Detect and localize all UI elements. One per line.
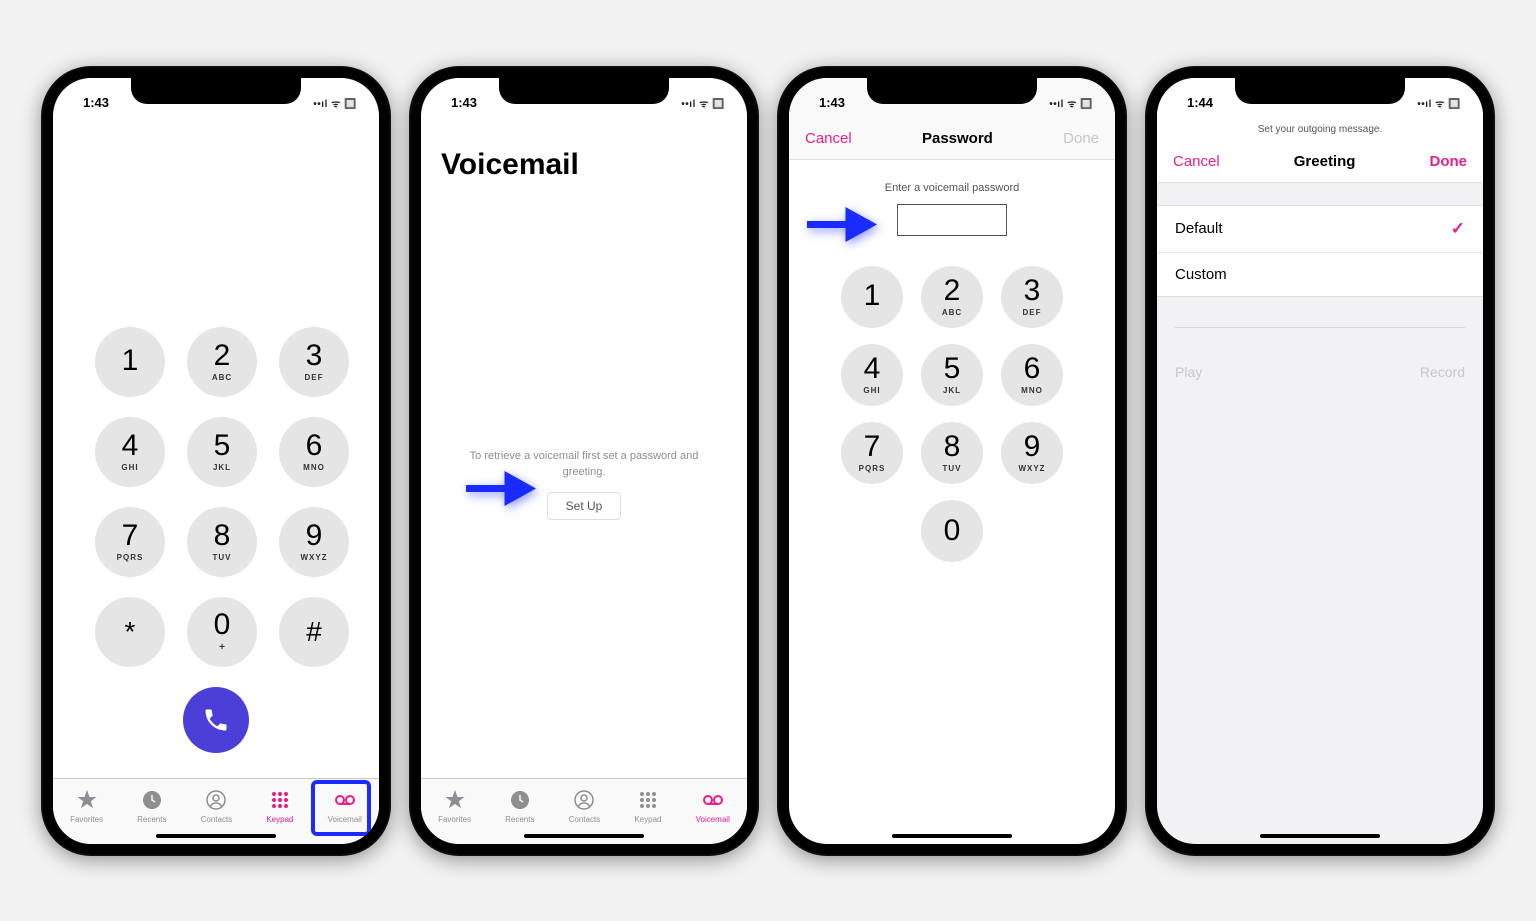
phone-4-greeting: 1:44 ••ıl ᯤ 🔲 Set your outgoing message.… — [1145, 66, 1495, 856]
annotation-arrow — [466, 466, 536, 511]
star-icon — [75, 788, 99, 812]
key-8[interactable]: 8TUV — [187, 507, 257, 577]
star-icon — [443, 788, 467, 812]
setup-button[interactable]: Set Up — [547, 492, 622, 520]
tab-keypad[interactable]: Keypad — [634, 788, 661, 824]
key-7[interactable]: 7PQRS — [95, 507, 165, 577]
phone-2-voicemail: 1:43 ••ıl ᯤ 🔲 Voicemail To retrieve a vo… — [409, 66, 759, 856]
password-input[interactable] — [897, 204, 1007, 236]
phone-3-password: 1:43 ••ıl ᯤ 🔲 Cancel Password Done Enter… — [777, 66, 1127, 856]
status-indicators: ••ıl ᯤ 🔲 — [681, 96, 725, 110]
dialer-keypad: 1 2ABC 3DEF 4GHI 5JKL 6MNO 7PQRS 8TUV 9W… — [53, 327, 379, 667]
tab-recents[interactable]: Recents — [137, 788, 166, 824]
voicemail-icon — [701, 788, 725, 812]
keypad-icon — [636, 788, 660, 812]
status-indicators: ••ıl ᯤ 🔲 — [1417, 96, 1461, 110]
notch — [1235, 78, 1405, 104]
clock-icon — [140, 788, 164, 812]
cancel-button[interactable]: Cancel — [805, 130, 852, 147]
status-time: 1:44 — [1187, 95, 1213, 110]
status-time: 1:43 — [451, 95, 477, 110]
phone-1-keypad: 1:43 ••ıl ᯤ 🔲 1 2ABC 3DEF 4GHI 5JKL 6MNO… — [41, 66, 391, 856]
person-icon — [572, 788, 596, 812]
option-label: Custom — [1175, 266, 1227, 283]
notch — [499, 78, 669, 104]
status-time: 1:43 — [83, 95, 109, 110]
password-prompt: Enter a voicemail password — [789, 182, 1115, 194]
done-button: Done — [1063, 130, 1099, 147]
nav-title: Greeting — [1294, 153, 1356, 170]
key-hash[interactable]: # — [279, 597, 349, 667]
key-3[interactable]: 3DEF — [1001, 266, 1063, 328]
home-indicator[interactable] — [524, 834, 644, 838]
key-4[interactable]: 4GHI — [95, 417, 165, 487]
tab-voicemail[interactable]: Voicemail — [328, 788, 362, 824]
tab-voicemail[interactable]: Voicemail — [696, 788, 730, 824]
option-default[interactable]: Default ✓ — [1157, 206, 1483, 252]
keypad-icon — [268, 788, 292, 812]
voicemail-icon — [333, 788, 357, 812]
home-indicator[interactable] — [892, 834, 1012, 838]
key-2[interactable]: 2ABC — [187, 327, 257, 397]
home-indicator[interactable] — [1260, 834, 1380, 838]
key-8[interactable]: 8TUV — [921, 422, 983, 484]
key-5[interactable]: 5JKL — [187, 417, 257, 487]
status-indicators: ••ıl ᯤ 🔲 — [313, 96, 357, 110]
notch — [867, 78, 1037, 104]
key-7[interactable]: 7PQRS — [841, 422, 903, 484]
key-1[interactable]: 1 — [841, 266, 903, 328]
key-0[interactable]: 0 — [921, 500, 983, 562]
tab-favorites[interactable]: Favorites — [438, 788, 471, 824]
key-9[interactable]: 9WXYZ — [1001, 422, 1063, 484]
tab-recents[interactable]: Recents — [505, 788, 534, 824]
nav-bar: Cancel Password Done — [789, 118, 1115, 160]
password-keypad: 1 2ABC 3DEF 4GHI 5JKL 6MNO 7PQRS 8TUV 9W… — [789, 266, 1115, 562]
tab-contacts[interactable]: Contacts — [201, 788, 233, 824]
nav-title: Password — [922, 130, 993, 147]
key-4[interactable]: 4GHI — [841, 344, 903, 406]
tab-contacts[interactable]: Contacts — [569, 788, 601, 824]
greeting-subheader: Set your outgoing message. — [1157, 118, 1483, 141]
clock-icon — [508, 788, 532, 812]
home-indicator[interactable] — [156, 834, 276, 838]
record-button: Record — [1420, 364, 1465, 380]
call-button[interactable] — [183, 687, 249, 753]
cancel-button[interactable]: Cancel — [1173, 153, 1220, 170]
key-9[interactable]: 9WXYZ — [279, 507, 349, 577]
play-button: Play — [1175, 364, 1202, 380]
key-6[interactable]: 6MNO — [1001, 344, 1063, 406]
key-1[interactable]: 1 — [95, 327, 165, 397]
nav-bar: Cancel Greeting Done — [1157, 141, 1483, 183]
key-3[interactable]: 3DEF — [279, 327, 349, 397]
status-indicators: ••ıl ᯤ 🔲 — [1049, 96, 1093, 110]
greeting-options-list: Default ✓ Custom — [1157, 205, 1483, 297]
voicemail-title: Voicemail — [421, 118, 747, 192]
key-2[interactable]: 2ABC — [921, 266, 983, 328]
key-5[interactable]: 5JKL — [921, 344, 983, 406]
phone-icon — [202, 706, 230, 734]
annotation-arrow — [807, 202, 877, 247]
person-icon — [204, 788, 228, 812]
tab-keypad[interactable]: Keypad — [266, 788, 293, 824]
checkmark-icon: ✓ — [1451, 219, 1465, 239]
key-6[interactable]: 6MNO — [279, 417, 349, 487]
key-star[interactable]: * — [95, 597, 165, 667]
notch — [131, 78, 301, 104]
done-button[interactable]: Done — [1429, 153, 1467, 170]
option-custom[interactable]: Custom — [1157, 252, 1483, 296]
option-label: Default — [1175, 220, 1223, 237]
tab-favorites[interactable]: Favorites — [70, 788, 103, 824]
playback-controls: Play Record — [1157, 354, 1483, 386]
key-0[interactable]: 0+ — [187, 597, 257, 667]
status-time: 1:43 — [819, 95, 845, 110]
